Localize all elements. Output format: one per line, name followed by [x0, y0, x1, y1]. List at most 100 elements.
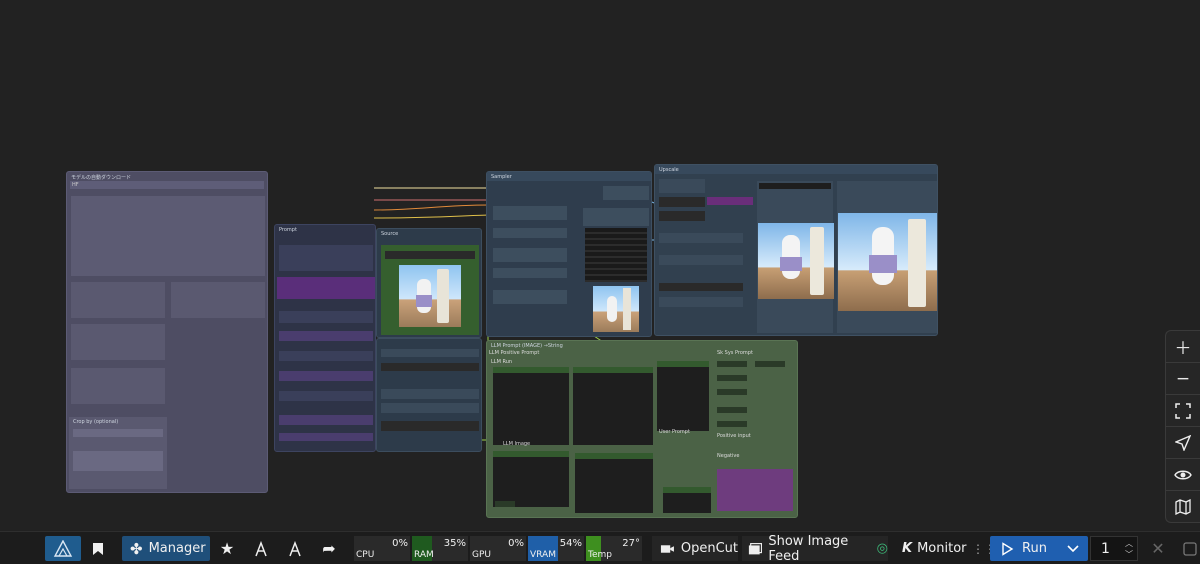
gpu-label: GPU: [472, 550, 491, 560]
comfy-logo-icon: [53, 539, 73, 557]
eye-icon: [1174, 470, 1192, 479]
queue-count-input[interactable]: 1 ︿ ﹀: [1090, 536, 1138, 561]
llm-positive-input: Positive input: [717, 433, 751, 439]
image-gallery-icon: [748, 542, 763, 554]
node-title: LLM Prompt (IMAGE) →String: [491, 343, 563, 349]
zoom-in-button[interactable]: ＋: [1166, 331, 1200, 363]
llm-user-prompt: User Prompt: [659, 429, 690, 435]
llm-run: LLM Run: [491, 359, 513, 365]
workflow-button-1[interactable]: [248, 536, 274, 561]
llm-positive: LLM Positive Prompt: [489, 350, 540, 356]
canvas-controls: ＋ −: [1165, 330, 1200, 523]
toggle-links-button[interactable]: [1166, 459, 1200, 491]
show-image-feed-button[interactable]: Show Image Feed ◎: [742, 533, 888, 564]
model-panel-1[interactable]: [71, 282, 165, 318]
locate-icon: [1175, 434, 1191, 451]
run-dropdown-button[interactable]: [1058, 536, 1088, 561]
run-label: Run: [1022, 541, 1047, 556]
chevron-down-small-icon[interactable]: ﹀: [1125, 549, 1133, 560]
queue-count-value: 1: [1101, 540, 1110, 557]
puzzle-icon: ✤: [130, 539, 143, 558]
gpu-meter: 0% GPU: [470, 536, 526, 561]
map-icon: [1175, 498, 1191, 515]
chevron-down-icon: [1067, 544, 1079, 552]
source-image-preview: [399, 265, 461, 327]
clear-queue-button[interactable]: ✕: [1146, 536, 1170, 561]
temp-label: Temp: [588, 550, 612, 560]
node-title: Upscale: [655, 165, 937, 174]
manager-button[interactable]: ✤ Manager: [122, 536, 210, 561]
chevron-up-icon[interactable]: ︿: [1125, 538, 1133, 549]
opencut-button[interactable]: OpenCut: [652, 536, 738, 561]
gpu-value: 0%: [508, 538, 524, 549]
opencut-label: OpenCut: [680, 541, 738, 556]
ram-meter: 35% RAM: [412, 536, 468, 561]
node-title: モデルの自動ダウンロード: [71, 175, 132, 181]
fit-view-button[interactable]: [1166, 395, 1200, 427]
zoom-out-button[interactable]: −: [1166, 363, 1200, 395]
model-panel-3[interactable]: [71, 324, 165, 360]
star-icon: ★: [219, 539, 235, 558]
upscale-image-preview-2: [838, 213, 937, 311]
upscale-image-preview-1: [758, 223, 834, 299]
monitor-k-icon: K: [902, 541, 913, 556]
node-graph-icon: [255, 540, 267, 556]
workflow-button-2[interactable]: [282, 536, 308, 561]
prompt-purple-field[interactable]: [277, 277, 375, 299]
cpu-label: CPU: [356, 550, 375, 560]
node-upscale[interactable]: Upscale: [654, 164, 938, 336]
drag-handle[interactable]: ⋮⋮: [972, 536, 996, 561]
sampler-stripes: [585, 228, 647, 282]
node-model-download[interactable]: モデルの自動ダウンロード HF Crop by (optional): [66, 171, 268, 493]
share-button[interactable]: ➦: [316, 536, 342, 561]
bottom-toolbar: ✤ Manager ★ ➦ 0% CPU 35% RAM 0% GPU 54% …: [0, 531, 1200, 564]
crop-title: Crop by (optional): [73, 419, 119, 425]
node-sampler[interactable]: Sampler: [486, 171, 652, 337]
crop-subnode[interactable]: Crop by (optional): [69, 417, 167, 489]
plus-icon: ＋: [1174, 339, 1192, 359]
llm-image: LLM Image: [503, 441, 531, 447]
node-source[interactable]: Source: [376, 228, 482, 338]
model-panel-2[interactable]: [171, 282, 265, 318]
fit-view-icon: [1175, 402, 1191, 419]
vram-meter: 54% VRAM: [528, 536, 584, 561]
llm-sdxl: Sk Sys Prompt: [717, 350, 753, 356]
manager-label: Manager: [148, 541, 206, 556]
model-text-area[interactable]: [71, 196, 265, 276]
panel-icon: [1183, 541, 1197, 556]
queue-stepper[interactable]: ︿ ﹀: [1125, 538, 1133, 560]
node-graph-alt-icon: [289, 540, 301, 556]
sampler-image-preview: [593, 286, 639, 332]
favorites-button[interactable]: ★: [214, 536, 240, 561]
temp-meter: 27° Temp: [586, 536, 642, 561]
video-camera-icon: [660, 544, 674, 553]
comfy-logo-button[interactable]: [45, 536, 81, 561]
monitor-label: Monitor: [917, 541, 967, 556]
ram-value: 35%: [443, 538, 466, 549]
node-title: Sampler: [487, 172, 651, 181]
monitor-button[interactable]: K Monitor: [896, 536, 967, 561]
workflow-canvas[interactable]: モデルの自動ダウンロード HF Crop by (optional) Promp…: [0, 0, 1200, 530]
ram-label: RAM: [414, 550, 434, 560]
image-feed-status-icon: ◎: [876, 541, 888, 556]
node-upscale-lower[interactable]: [376, 338, 482, 452]
image-feed-label: Show Image Feed: [768, 533, 849, 564]
bookmark-button[interactable]: [85, 536, 111, 561]
run-button[interactable]: Run: [990, 536, 1088, 561]
node-prompt[interactable]: Prompt: [274, 224, 376, 452]
close-icon: ✕: [1151, 539, 1165, 558]
panel-toggle-button[interactable]: [1180, 536, 1200, 561]
negative-field[interactable]: [717, 469, 793, 511]
cpu-meter: 0% CPU: [354, 536, 410, 561]
node-title: Prompt: [279, 227, 297, 233]
node-llm-group[interactable]: LLM Prompt (IMAGE) →String LLM Positive …: [486, 340, 798, 518]
locate-button[interactable]: [1166, 427, 1200, 459]
llm-negative: Negative: [717, 453, 740, 459]
model-panel-4[interactable]: [71, 368, 165, 404]
minus-icon: −: [1175, 368, 1191, 389]
vram-value: 54%: [559, 538, 582, 549]
temp-value: 27°: [622, 538, 640, 549]
node-sub: HF: [70, 181, 264, 189]
node-title: Source: [381, 231, 399, 237]
minimap-button[interactable]: [1166, 491, 1200, 522]
